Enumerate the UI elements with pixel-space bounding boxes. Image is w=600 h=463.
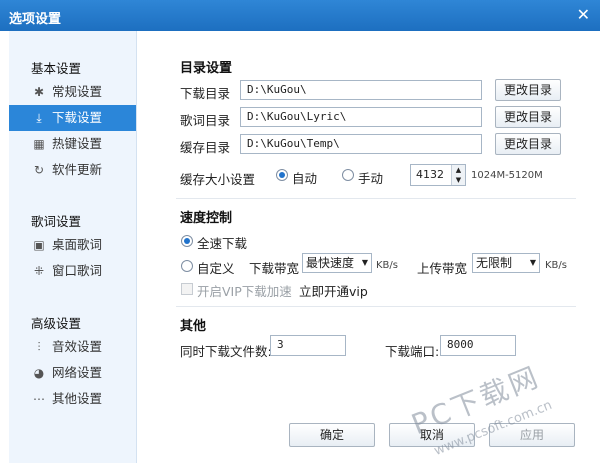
cache-dir-label: 缓存目录	[180, 140, 231, 155]
sidebar-item-label: 网络设置	[52, 365, 103, 380]
divider	[176, 198, 576, 199]
equalizer-icon: ⫶	[37, 340, 41, 354]
change-cache-dir-button[interactable]: 更改目录	[495, 133, 561, 155]
chevron-down-icon[interactable]: ▼	[451, 175, 465, 185]
download-bandwidth-value: 最快速度	[306, 256, 355, 270]
lyric-dir-input[interactable]: D:\KuGou\Lyric\	[240, 107, 482, 127]
cache-size-value: 4132	[416, 168, 444, 181]
sidebar-item-label: 下载设置	[52, 110, 103, 125]
gear-icon: ✱	[33, 85, 45, 99]
window-lyric-icon: ⁜	[33, 264, 45, 278]
sidebar-item-label: 软件更新	[52, 162, 103, 177]
chevron-up-icon[interactable]: ▲	[451, 165, 465, 175]
lyric-dir-label: 歌词目录	[180, 113, 231, 128]
change-lyric-dir-button[interactable]: 更改目录	[495, 106, 561, 128]
window-title: 选项设置	[9, 12, 62, 27]
keyboard-icon: ▦	[33, 137, 45, 151]
sidebar-group-basic: 基本设置	[31, 61, 82, 76]
vip-accelerate-checkbox[interactable]	[181, 283, 193, 295]
download-unit: KB/s	[376, 260, 398, 271]
change-download-dir-button[interactable]: 更改目录	[495, 79, 561, 101]
download-icon: ⤓	[36, 111, 42, 125]
download-dir-label: 下载目录	[180, 86, 231, 101]
sidebar: 基本设置 ✱ 常规设置 ⤓ 下载设置 ▦ 热键设置 ↻ 软件更新 歌词设置 ▣ …	[9, 31, 137, 463]
cache-manual-label: 手动	[358, 171, 384, 186]
custom-speed-label: 自定义	[197, 261, 235, 276]
download-port-input[interactable]: 8000	[440, 335, 516, 356]
close-icon[interactable]: ✕	[577, 5, 590, 24]
custom-speed-radio[interactable]	[181, 260, 193, 272]
upload-bandwidth-value: 无限制	[476, 256, 513, 270]
download-bandwidth-label: 下载带宽	[249, 261, 300, 276]
upload-bandwidth-select[interactable]: 无限制 ▼	[472, 253, 540, 273]
more-icon: ⋯	[33, 392, 45, 406]
section-title-other: 其他	[180, 319, 207, 334]
title-bar: 选项设置 ✕	[0, 0, 600, 31]
sidebar-item-general[interactable]: ✱ 常规设置	[9, 79, 136, 105]
sidebar-item-update[interactable]: ↻ 软件更新	[9, 157, 136, 183]
sidebar-item-sound[interactable]: ⫶ 音效设置	[9, 334, 136, 360]
vip-open-link[interactable]: 立即开通vip	[299, 281, 368, 300]
chevron-down-icon: ▼	[529, 258, 536, 267]
update-icon: ↻	[33, 163, 45, 177]
sidebar-group-lyric: 歌词设置	[31, 214, 82, 229]
sidebar-item-label: 其他设置	[52, 391, 103, 406]
vip-accelerate-label: 开启VIP下载加速	[197, 284, 292, 299]
cache-size-label: 缓存大小设置	[180, 172, 256, 187]
concurrent-downloads-input[interactable]: 3	[270, 335, 346, 356]
sidebar-item-label: 常规设置	[52, 84, 103, 99]
download-bandwidth-select[interactable]: 最快速度 ▼	[302, 253, 372, 273]
cache-manual-radio[interactable]	[342, 169, 354, 181]
cache-auto-radio[interactable]	[276, 169, 288, 181]
upload-unit: KB/s	[545, 260, 567, 271]
download-dir-input[interactable]: D:\KuGou\	[240, 80, 482, 100]
sidebar-item-window-lyric[interactable]: ⁜ 窗口歌词	[9, 258, 136, 284]
cache-dir-input[interactable]: D:\KuGou\Temp\	[240, 134, 482, 154]
ok-button[interactable]: 确定	[289, 423, 375, 447]
sidebar-item-other[interactable]: ⋯ 其他设置	[9, 386, 136, 412]
upload-bandwidth-label: 上传带宽	[417, 261, 468, 276]
cache-auto-label: 自动	[292, 171, 318, 186]
desktop-lyric-icon: ▣	[33, 238, 45, 252]
full-speed-radio[interactable]	[181, 235, 193, 247]
sidebar-item-label: 音效设置	[52, 339, 103, 354]
cache-range-hint: 1024M-5120M	[471, 170, 543, 181]
concurrent-downloads-label: 同时下载文件数:	[180, 344, 272, 359]
chevron-down-icon: ▼	[361, 258, 368, 267]
sidebar-item-label: 窗口歌词	[52, 263, 103, 278]
divider	[176, 306, 576, 307]
cache-size-stepper[interactable]: 4132 ▲ ▼	[410, 164, 466, 186]
sidebar-item-label: 桌面歌词	[52, 237, 103, 252]
sidebar-item-hotkey[interactable]: ▦ 热键设置	[9, 131, 136, 157]
section-title-directory: 目录设置	[180, 61, 233, 76]
section-title-speed: 速度控制	[180, 211, 233, 226]
sidebar-group-advanced: 高级设置	[31, 316, 82, 331]
sidebar-item-network[interactable]: ◕ 网络设置	[9, 360, 136, 386]
sidebar-item-label: 热键设置	[52, 136, 103, 151]
sidebar-item-download[interactable]: ⤓ 下载设置	[9, 105, 136, 131]
sidebar-item-desktop-lyric[interactable]: ▣ 桌面歌词	[9, 232, 136, 258]
full-speed-label: 全速下载	[197, 236, 248, 251]
download-port-label: 下载端口:	[385, 344, 440, 359]
network-icon: ◕	[33, 366, 45, 380]
